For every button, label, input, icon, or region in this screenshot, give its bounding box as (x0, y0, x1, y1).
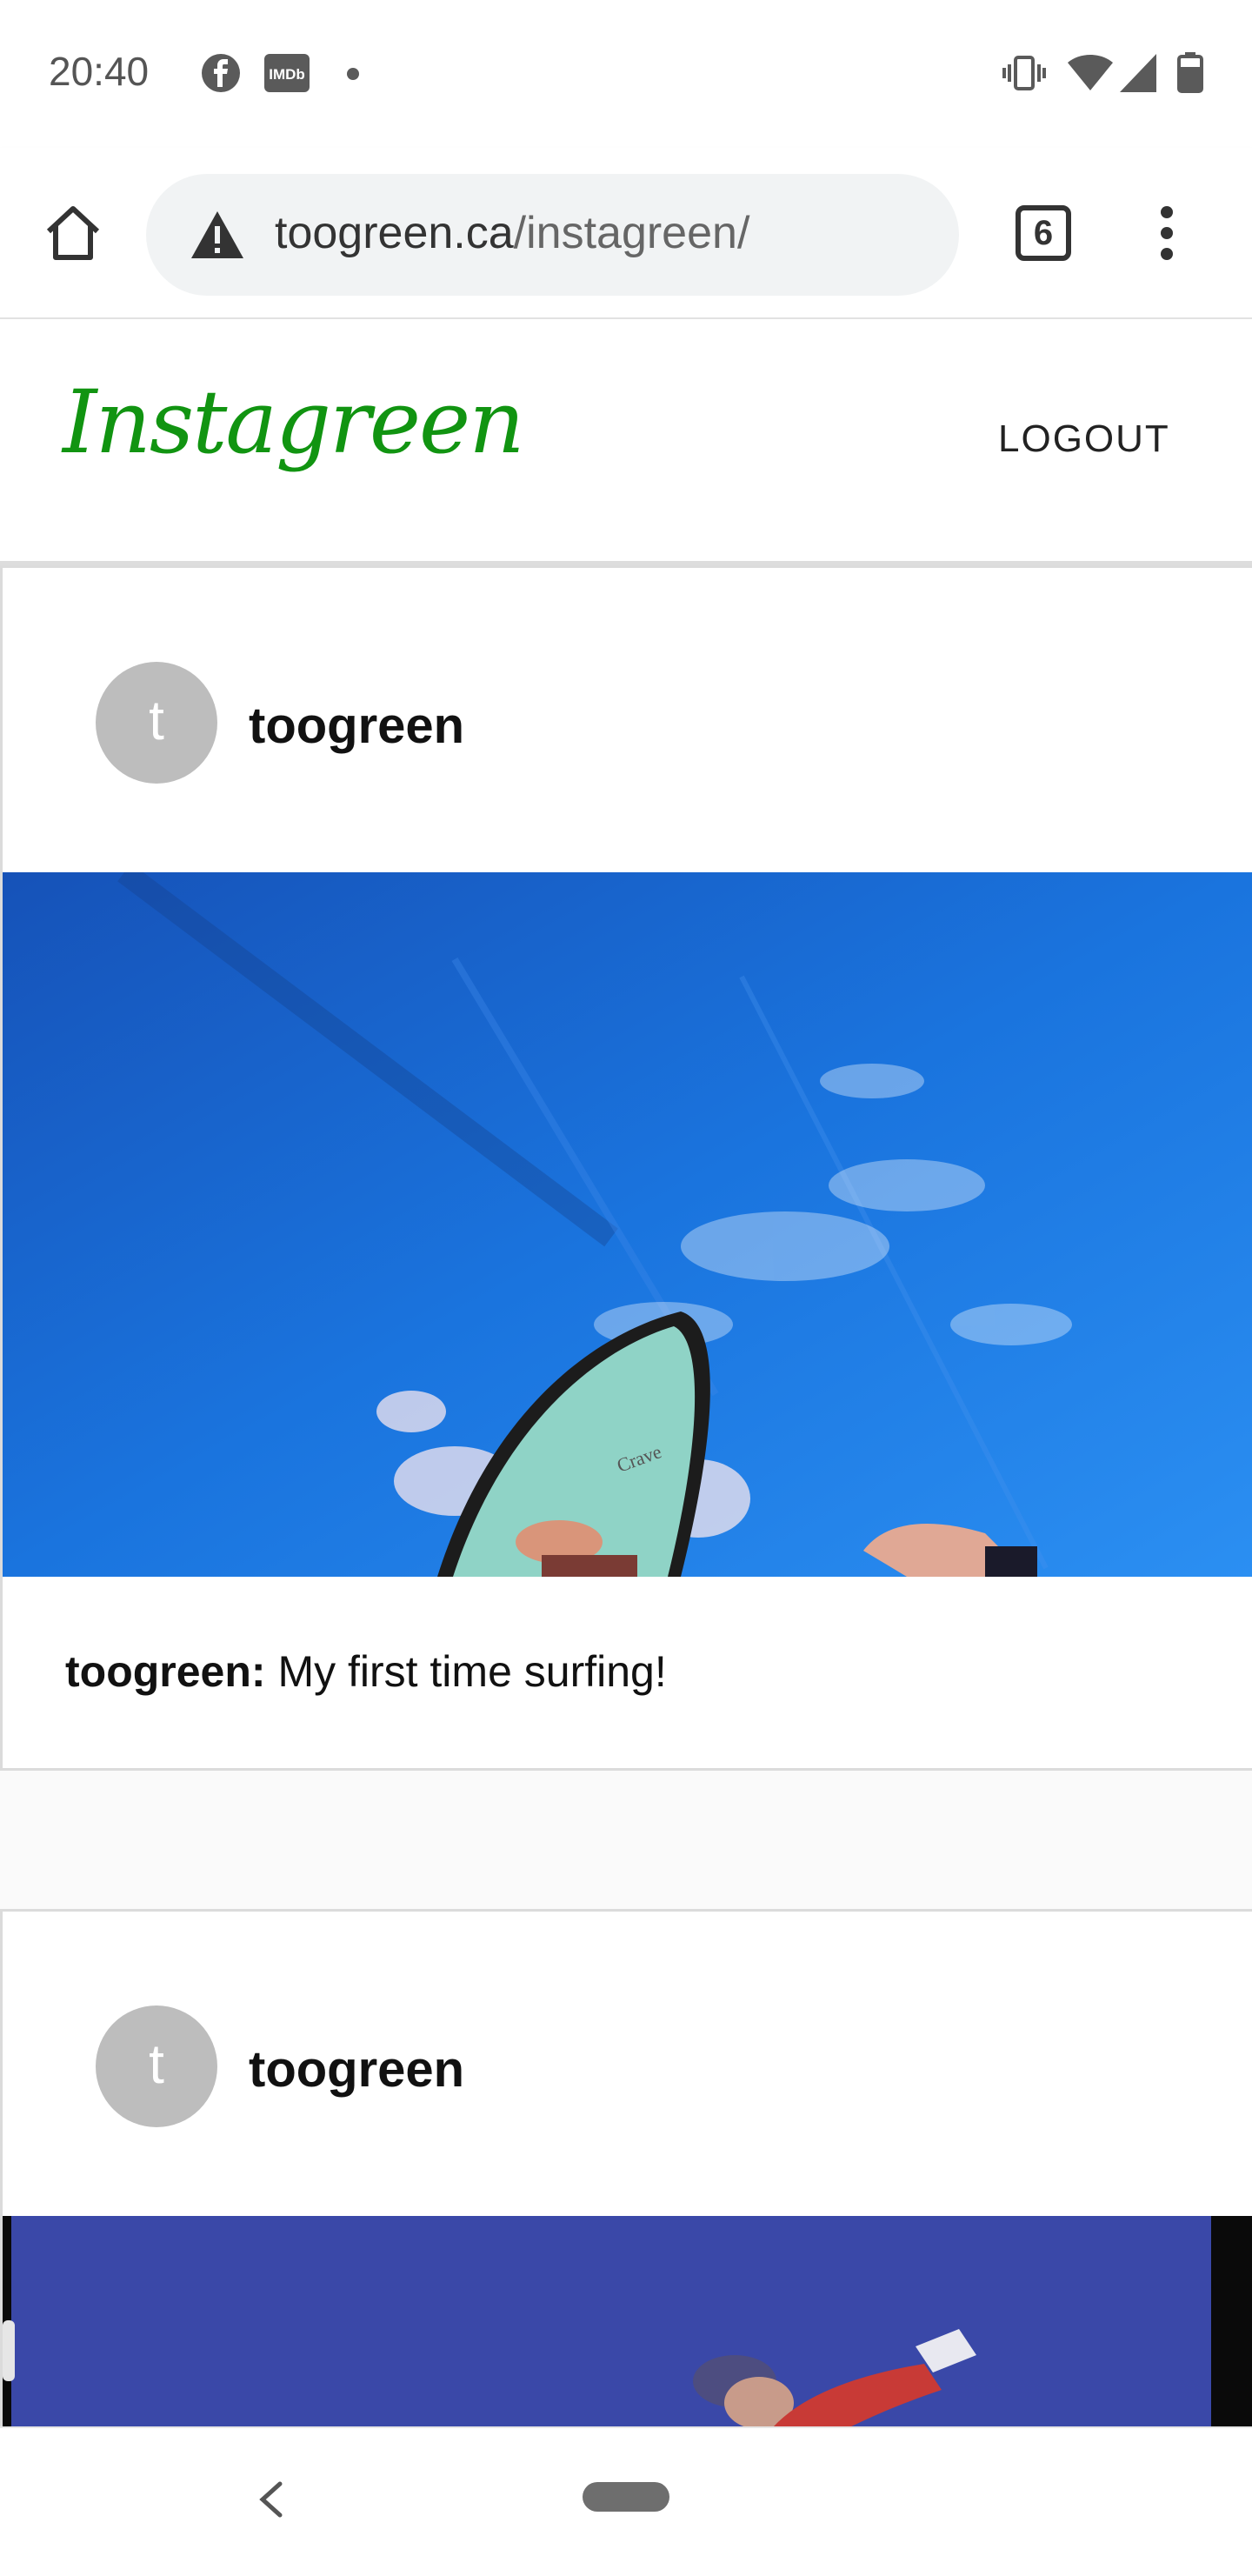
avatar[interactable]: t (96, 2005, 217, 2127)
app-logo[interactable]: Instagreen (63, 371, 525, 473)
post-username[interactable]: toogreen (249, 2040, 464, 2099)
avatar[interactable]: t (96, 662, 217, 784)
warning-icon[interactable] (190, 209, 245, 265)
tab-count: 6 (1033, 214, 1054, 252)
imdb-icon: IMDb (264, 52, 310, 98)
vibrate-icon (1002, 52, 1047, 98)
home-icon[interactable] (42, 202, 104, 269)
url-path: /instagreen/ (513, 208, 750, 258)
more-menu-icon[interactable] (1156, 202, 1177, 269)
dot-icon (346, 67, 360, 85)
post-caption: toogreen: My first time surfing! (3, 1577, 1252, 1768)
imdb-label: IMDb (269, 66, 305, 83)
post-header: t toogreen (3, 568, 1252, 872)
browser-toolbar: toogreen.ca/instagreen/ 6 (0, 148, 1252, 319)
post-card: t toogreen (0, 1909, 1252, 2436)
caption-text: My first time surfing! (265, 1647, 667, 1696)
post-card: t toogreen (0, 565, 1252, 1771)
wifi-icon (1066, 52, 1115, 98)
post-image[interactable] (3, 2216, 1252, 2433)
status-bar: 20:40 IMDb (0, 0, 1252, 148)
post-username[interactable]: toogreen (249, 697, 464, 755)
caption-username[interactable]: toogreen: (65, 1647, 266, 1696)
surf-photo: Crave (3, 872, 1252, 1577)
address-bar[interactable]: toogreen.ca/instagreen/ (146, 174, 959, 296)
battery-icon (1177, 52, 1203, 98)
logout-button[interactable]: LOGOUT (998, 417, 1170, 461)
status-time: 20:40 (49, 49, 150, 94)
app-header: Instagreen LOGOUT (0, 319, 1252, 566)
facebook-icon (200, 52, 242, 98)
tabs-button[interactable]: 6 (1016, 205, 1071, 261)
url-domain: toogreen.ca (275, 208, 514, 258)
back-icon[interactable] (254, 2479, 289, 2525)
jump-photo (3, 2216, 1252, 2433)
post-image[interactable]: Crave (3, 872, 1252, 1577)
signal-icon (1118, 52, 1158, 98)
system-nav-bar (0, 2426, 1252, 2576)
post-header: t toogreen (3, 1912, 1252, 2216)
home-pill-button[interactable] (583, 2482, 669, 2512)
url-text[interactable]: toogreen.ca/instagreen/ (275, 207, 749, 259)
